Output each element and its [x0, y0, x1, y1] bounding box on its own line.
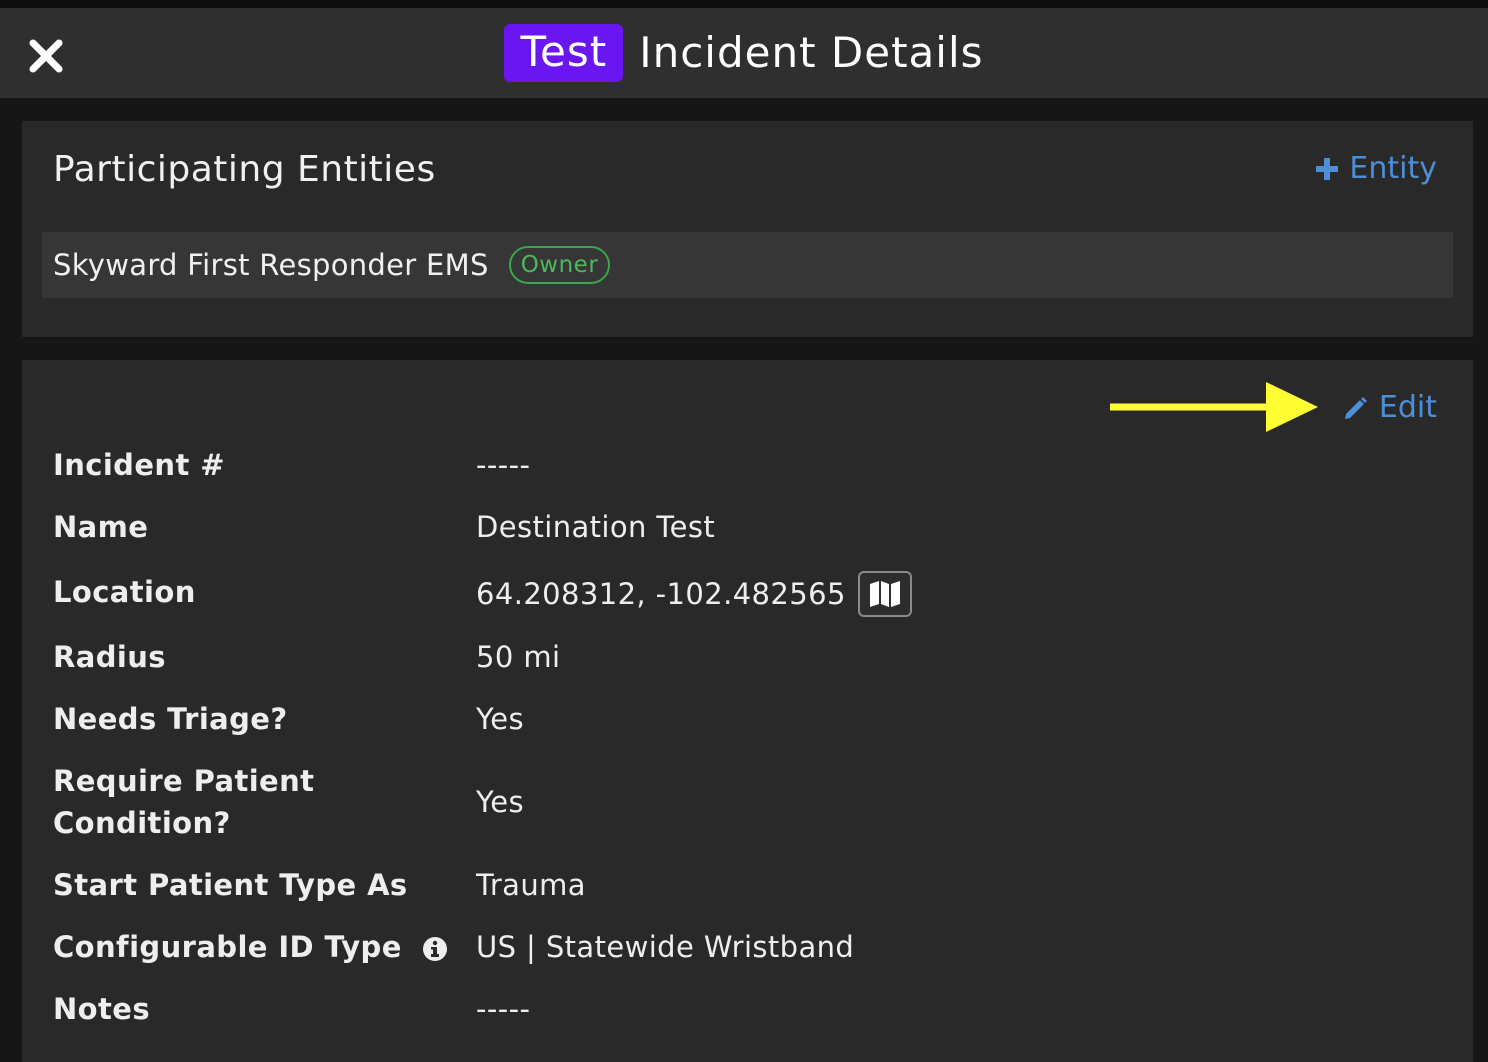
detail-label: Name [53, 510, 149, 544]
detail-value: Yes [476, 785, 525, 819]
detail-label-line: Require Patient [53, 764, 315, 798]
detail-label: Radius [53, 640, 166, 674]
detail-row-require-patient-condition: Require Patient Condition? Yes [53, 760, 1453, 846]
pencil-icon [1344, 396, 1367, 419]
detail-value: 64.208312, -102.482565 [476, 577, 846, 611]
participating-entities-card: Participating Entities Entity Skyward Fi… [22, 121, 1473, 337]
detail-label: Start Patient Type As [53, 868, 408, 902]
edit-button[interactable]: Edit [1343, 390, 1437, 425]
detail-value: Trauma [476, 868, 586, 902]
entity-list-item[interactable]: Skyward First Responder EMS Owner [42, 232, 1453, 298]
add-entity-button[interactable]: Entity [1315, 151, 1437, 186]
detail-label-group: Configurable ID Type [53, 926, 448, 968]
detail-value: Destination Test [476, 510, 716, 544]
owner-badge: Owner [508, 246, 611, 284]
map-icon [869, 581, 900, 607]
annotation-arrow [1110, 382, 1318, 432]
detail-label: Require Patient Condition? [53, 760, 314, 844]
detail-label-line: Condition? [53, 806, 231, 840]
detail-value: US | Statewide Wristband [476, 930, 855, 964]
detail-label: Incident # [53, 448, 225, 482]
location-value-group: 64.208312, -102.482565 [476, 571, 912, 617]
add-entity-label: Entity [1349, 151, 1437, 186]
incident-details-card: Edit Incident # ----- Name Destination T… [22, 360, 1473, 1062]
detail-value: ----- [476, 992, 531, 1026]
detail-label: Configurable ID Type [53, 930, 402, 964]
modal-title: Test Incident Details [0, 8, 1488, 98]
section-title: Participating Entities [53, 149, 436, 190]
detail-label: Needs Triage? [53, 702, 288, 736]
window-top-edge [0, 0, 1488, 8]
page-title: Incident Details [639, 28, 984, 77]
detail-label: Notes [53, 992, 150, 1026]
edit-label: Edit [1378, 390, 1437, 425]
plus-icon [1316, 157, 1339, 180]
info-icon[interactable] [422, 936, 448, 962]
detail-value: Yes [476, 702, 525, 736]
detail-value: 50 mi [476, 640, 561, 674]
detail-label: Location [53, 575, 196, 609]
modal-header: Test Incident Details [0, 8, 1488, 98]
entity-name: Skyward First Responder EMS [53, 248, 489, 282]
detail-value: ----- [476, 448, 531, 482]
map-button[interactable] [857, 571, 912, 617]
test-badge: Test [504, 24, 624, 82]
